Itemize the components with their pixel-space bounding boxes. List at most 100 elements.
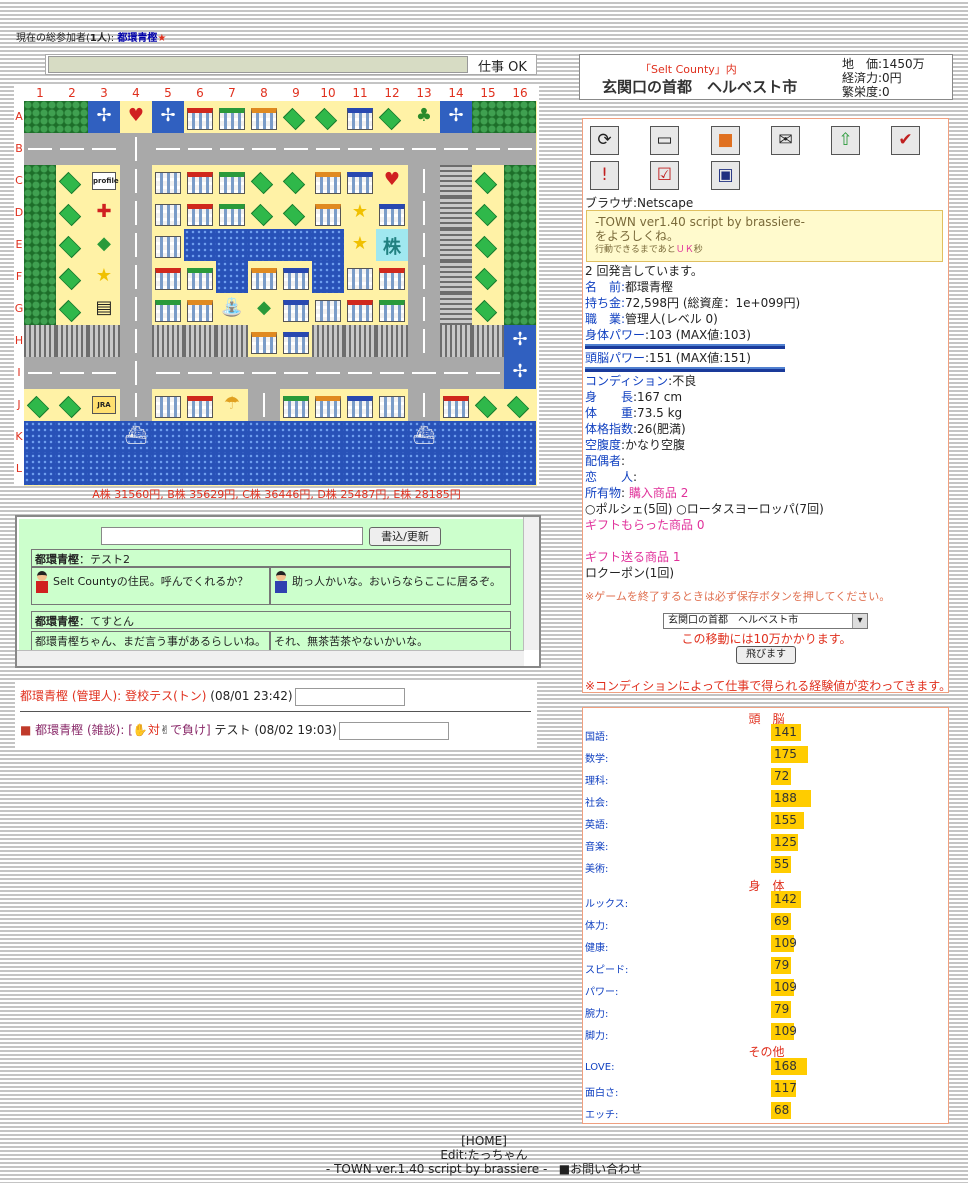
road-tile[interactable] xyxy=(376,133,408,165)
railway-tile[interactable] xyxy=(24,325,56,357)
water-tile[interactable] xyxy=(120,453,152,485)
building-icon[interactable] xyxy=(152,389,184,421)
forest-tile[interactable] xyxy=(504,261,536,293)
forest-tile[interactable] xyxy=(504,229,536,261)
building-icon[interactable] xyxy=(376,389,408,421)
water-tile[interactable] xyxy=(504,453,536,485)
building-icon[interactable] xyxy=(152,293,184,325)
save-icon[interactable]: ▣ xyxy=(711,161,740,190)
road-tile[interactable] xyxy=(472,357,504,389)
ship-icon[interactable]: ⛴ xyxy=(408,421,440,453)
building-icon[interactable] xyxy=(184,261,216,293)
building-icon[interactable] xyxy=(344,101,376,133)
railway-tile[interactable] xyxy=(440,293,472,325)
fly-button[interactable]: 飛びます xyxy=(736,646,796,664)
refresh-icon[interactable]: ⟳ xyxy=(590,126,619,155)
building-icon[interactable] xyxy=(184,293,216,325)
park-tile[interactable] xyxy=(56,229,88,261)
road-tile[interactable] xyxy=(408,325,440,357)
road-tile[interactable] xyxy=(280,357,312,389)
road-tile[interactable] xyxy=(408,229,440,261)
grass-tile[interactable]: ◆ xyxy=(88,229,120,261)
water-tile[interactable] xyxy=(248,421,280,453)
road-tile[interactable] xyxy=(88,357,120,389)
railway-tile[interactable] xyxy=(440,197,472,229)
building-icon[interactable] xyxy=(376,197,408,229)
building-icon[interactable] xyxy=(248,261,280,293)
building-icon[interactable] xyxy=(312,165,344,197)
road-tile[interactable] xyxy=(408,197,440,229)
script-credit[interactable]: - TOWN ver.1.40 script by brassiere - xyxy=(326,1162,547,1176)
park-tile[interactable] xyxy=(280,101,312,133)
building-icon[interactable] xyxy=(152,261,184,293)
water-tile[interactable] xyxy=(24,453,56,485)
building-icon[interactable] xyxy=(216,101,248,133)
pond-tile[interactable] xyxy=(184,229,216,261)
water-tile[interactable] xyxy=(184,421,216,453)
road-tile[interactable] xyxy=(408,357,440,389)
building-icon[interactable] xyxy=(184,389,216,421)
hospital-icon[interactable]: ♥ xyxy=(376,165,408,197)
building-icon[interactable] xyxy=(344,165,376,197)
park-tile[interactable] xyxy=(504,389,536,421)
water-tile[interactable] xyxy=(280,421,312,453)
road-tile[interactable] xyxy=(312,133,344,165)
building-icon[interactable] xyxy=(280,261,312,293)
road-tile[interactable] xyxy=(88,133,120,165)
road-tile[interactable] xyxy=(408,133,440,165)
home-link[interactable]: [HOME] xyxy=(0,1134,968,1148)
upload-icon[interactable]: ⇧ xyxy=(831,126,860,155)
grass-tile[interactable]: ◆ xyxy=(248,293,280,325)
chat-input[interactable] xyxy=(101,527,363,545)
building-icon[interactable] xyxy=(280,325,312,357)
park-tile[interactable] xyxy=(312,101,344,133)
building-icon[interactable] xyxy=(184,165,216,197)
star-icon[interactable]: ★ xyxy=(344,229,376,261)
road-tile[interactable] xyxy=(56,133,88,165)
user-check-icon[interactable]: ✔ xyxy=(891,126,920,155)
park-tile[interactable] xyxy=(280,165,312,197)
water-tile[interactable] xyxy=(216,453,248,485)
post-author[interactable]: 都環青樫 (管理人): xyxy=(20,689,121,703)
chat-horizontal-scrollbar[interactable] xyxy=(17,650,524,666)
water-tile[interactable] xyxy=(440,421,472,453)
water-tile[interactable] xyxy=(376,453,408,485)
railway-tile[interactable] xyxy=(56,325,88,357)
building-icon[interactable] xyxy=(248,101,280,133)
road-tile[interactable] xyxy=(120,325,152,357)
clinic-icon[interactable]: ✚ xyxy=(88,197,120,229)
park-tile[interactable] xyxy=(56,165,88,197)
road-tile[interactable] xyxy=(248,389,280,421)
park-tile[interactable] xyxy=(248,165,280,197)
info-icon[interactable]: ✢ xyxy=(504,357,536,389)
ship-icon[interactable]: ⛴ xyxy=(120,421,152,453)
water-tile[interactable] xyxy=(88,453,120,485)
forest-tile[interactable] xyxy=(472,101,504,133)
tree-icon[interactable]: ♣ xyxy=(408,101,440,133)
forest-tile[interactable] xyxy=(24,229,56,261)
pond-tile[interactable] xyxy=(216,229,248,261)
road-tile[interactable] xyxy=(184,133,216,165)
profile-icon[interactable]: profile xyxy=(88,165,120,197)
railway-tile[interactable] xyxy=(440,229,472,261)
water-tile[interactable] xyxy=(312,453,344,485)
road-tile[interactable] xyxy=(216,357,248,389)
forest-tile[interactable] xyxy=(24,293,56,325)
building-icon[interactable] xyxy=(152,197,184,229)
road-tile[interactable] xyxy=(440,357,472,389)
park-tile[interactable] xyxy=(56,261,88,293)
message-icon[interactable]: ✉ xyxy=(771,126,800,155)
park-tile[interactable] xyxy=(472,165,504,197)
forest-tile[interactable] xyxy=(24,261,56,293)
road-tile[interactable] xyxy=(24,133,56,165)
jra-icon[interactable]: JRA xyxy=(88,389,120,421)
road-tile[interactable] xyxy=(344,133,376,165)
checklist-icon[interactable]: ☑ xyxy=(650,161,679,190)
building-icon[interactable] xyxy=(216,165,248,197)
building-icon[interactable] xyxy=(344,261,376,293)
water-tile[interactable] xyxy=(184,453,216,485)
hospital-icon[interactable]: ♥ xyxy=(120,101,152,133)
road-tile[interactable] xyxy=(120,261,152,293)
water-tile[interactable] xyxy=(152,421,184,453)
building-icon[interactable] xyxy=(376,261,408,293)
